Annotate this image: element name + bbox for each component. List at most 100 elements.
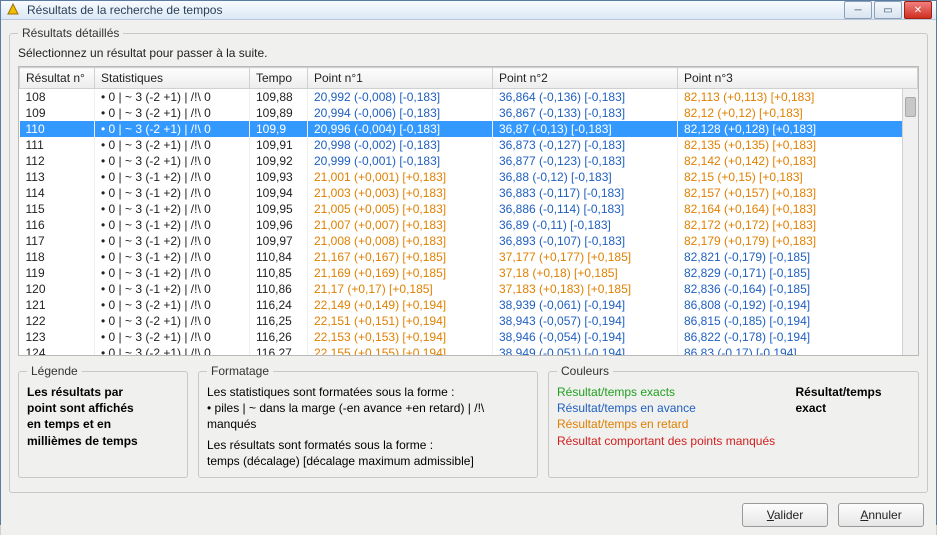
group-legend-title: Légende [27,364,82,378]
table-cell: 116,24 [250,297,308,313]
table-row[interactable]: 119• 0 | ~ 3 (-1 +2) | /!\ 0110,8521,169… [20,265,918,281]
table-cell: 124 [20,345,95,356]
table-cell: • 0 | ~ 3 (-2 +1) | /!\ 0 [95,105,250,121]
table-cell: 86,815 (-0,185) [-0,194] [678,313,918,329]
table-cell: 82,179 (+0,179) [+0,183] [678,233,918,249]
table-cell: 122 [20,313,95,329]
table-cell: 36,877 (-0,123) [-0,183] [493,153,678,169]
table-cell: 109,95 [250,201,308,217]
table-row[interactable]: 118• 0 | ~ 3 (-1 +2) | /!\ 0110,8421,167… [20,249,918,265]
table-cell: 22,153 (+0,153) [+0,194] [308,329,493,345]
color-retard: Résultat/temps en retard [557,416,795,432]
col-point3[interactable]: Point n°3 [678,68,918,89]
table-cell: 21,008 (+0,008) [+0,183] [308,233,493,249]
table-row[interactable]: 110• 0 | ~ 3 (-2 +1) | /!\ 0109,920,996 … [20,121,918,137]
table-row[interactable]: 112• 0 | ~ 3 (-2 +1) | /!\ 0109,9220,999… [20,153,918,169]
table-cell: 82,128 (+0,128) [+0,183] [678,121,918,137]
table-row[interactable]: 124• 0 | ~ 3 (-2 +1) | /!\ 0116,2722,155… [20,345,918,356]
table-cell: 82,157 (+0,157) [+0,183] [678,185,918,201]
table-cell: 22,155 (+0,155) [+0,194] [308,345,493,356]
table-cell: 109,88 [250,89,308,106]
table-cell: 21,005 (+0,005) [+0,183] [308,201,493,217]
table-row[interactable]: 109• 0 | ~ 3 (-2 +1) | /!\ 0109,8920,994… [20,105,918,121]
table-cell: 110 [20,121,95,137]
table-row[interactable]: 122• 0 | ~ 3 (-2 +1) | /!\ 0116,2522,151… [20,313,918,329]
table-row[interactable]: 115• 0 | ~ 3 (-1 +2) | /!\ 0109,9521,005… [20,201,918,217]
color-manque: Résultat comportant des points manqués [557,433,795,449]
table-cell: 121 [20,297,95,313]
minimize-button[interactable]: ─ [844,1,872,19]
table-cell: 38,949 (-0,051) [-0,194] [493,345,678,356]
table-cell: 38,946 (-0,054) [-0,194] [493,329,678,345]
table-cell: 117 [20,233,95,249]
col-point1[interactable]: Point n°1 [308,68,493,89]
group-legend: Légende Les résultats par point sont aff… [18,364,188,478]
ok-button[interactable]: Valider [742,503,828,527]
color-right-label: Résultat/temps exact [795,384,910,449]
table-cell: • 0 | ~ 3 (-1 +2) | /!\ 0 [95,281,250,297]
table-cell: 109,9 [250,121,308,137]
table-row[interactable]: 111• 0 | ~ 3 (-2 +1) | /!\ 0109,9120,998… [20,137,918,153]
group-formatage-title: Formatage [207,364,273,378]
table-row[interactable]: 120• 0 | ~ 3 (-1 +2) | /!\ 0110,8621,17 … [20,281,918,297]
table-cell: 20,992 (-0,008) [-0,183] [308,89,493,106]
table-cell: 20,999 (-0,001) [-0,183] [308,153,493,169]
group-formatage: Formatage Les statistiques sont formatée… [198,364,538,478]
group-results: Résultats détaillés Sélectionnez un résu… [9,26,928,493]
table-row[interactable]: 108• 0 | ~ 3 (-2 +1) | /!\ 0109,8820,992… [20,89,918,106]
legend-line2: point sont affichés [27,400,179,416]
table-cell: 123 [20,329,95,345]
cancel-button[interactable]: Annuler [838,503,924,527]
table-cell: 109,97 [250,233,308,249]
table-cell: 113 [20,169,95,185]
table-cell: 118 [20,249,95,265]
table-row[interactable]: 121• 0 | ~ 3 (-2 +1) | /!\ 0116,2422,149… [20,297,918,313]
table-cell: 111 [20,137,95,153]
table-row[interactable]: 123• 0 | ~ 3 (-2 +1) | /!\ 0116,2622,153… [20,329,918,345]
table-cell: 82,836 (-0,164) [-0,185] [678,281,918,297]
table-cell: 109,94 [250,185,308,201]
format-l1: Les statistiques sont formatées sous la … [207,384,529,400]
col-point2[interactable]: Point n°2 [493,68,678,89]
table-cell: 82,135 (+0,135) [+0,183] [678,137,918,153]
table-cell: 36,88 (-0,12) [-0,183] [493,169,678,185]
maximize-button[interactable]: ▭ [874,1,902,19]
col-stats[interactable]: Statistiques [95,68,250,89]
table-cell: 22,149 (+0,149) [+0,194] [308,297,493,313]
table-cell: 110,84 [250,249,308,265]
table-cell: • 0 | ~ 3 (-1 +2) | /!\ 0 [95,185,250,201]
table-row[interactable]: 116• 0 | ~ 3 (-1 +2) | /!\ 0109,9621,007… [20,217,918,233]
table-cell: 22,151 (+0,151) [+0,194] [308,313,493,329]
table-cell: • 0 | ~ 3 (-1 +2) | /!\ 0 [95,217,250,233]
table-cell: 82,829 (-0,171) [-0,185] [678,265,918,281]
table-row[interactable]: 114• 0 | ~ 3 (-1 +2) | /!\ 0109,9421,003… [20,185,918,201]
group-couleurs-title: Couleurs [557,364,613,378]
scroll-thumb[interactable] [905,97,916,117]
table-cell: 82,142 (+0,142) [+0,183] [678,153,918,169]
table-cell: 110,85 [250,265,308,281]
col-result-no[interactable]: Résultat n° [20,68,95,89]
table-cell: 110,86 [250,281,308,297]
table-cell: 86,822 (-0,178) [-0,194] [678,329,918,345]
titlebar[interactable]: Résultats de la recherche de tempos ─ ▭ … [1,1,936,20]
table-cell: 116,26 [250,329,308,345]
table-cell: 21,001 (+0,001) [+0,183] [308,169,493,185]
table-cell: 109,89 [250,105,308,121]
vertical-scrollbar[interactable] [902,89,918,355]
table-row[interactable]: 113• 0 | ~ 3 (-1 +2) | /!\ 0109,9321,001… [20,169,918,185]
table-cell: 108 [20,89,95,106]
table-cell: 21,003 (+0,003) [+0,183] [308,185,493,201]
table-cell: 86,808 (-0,192) [-0,194] [678,297,918,313]
table-row[interactable]: 117• 0 | ~ 3 (-1 +2) | /!\ 0109,9721,008… [20,233,918,249]
table-cell: 82,15 (+0,15) [+0,183] [678,169,918,185]
table-cell: • 0 | ~ 3 (-2 +1) | /!\ 0 [95,137,250,153]
table-cell: 37,177 (+0,177) [+0,185] [493,249,678,265]
color-exact: Résultat/temps exacts [557,384,795,400]
table-cell: 20,998 (-0,002) [-0,183] [308,137,493,153]
close-button[interactable]: ✕ [904,1,932,19]
results-table[interactable]: Résultat n° Statistiques Tempo Point n°1… [19,67,918,356]
legend-line3: en temps et en [27,416,179,432]
table-cell: 82,113 (+0,113) [+0,183] [678,89,918,106]
col-tempo[interactable]: Tempo [250,68,308,89]
dialog-button-row: Valider Annuler [9,499,928,527]
